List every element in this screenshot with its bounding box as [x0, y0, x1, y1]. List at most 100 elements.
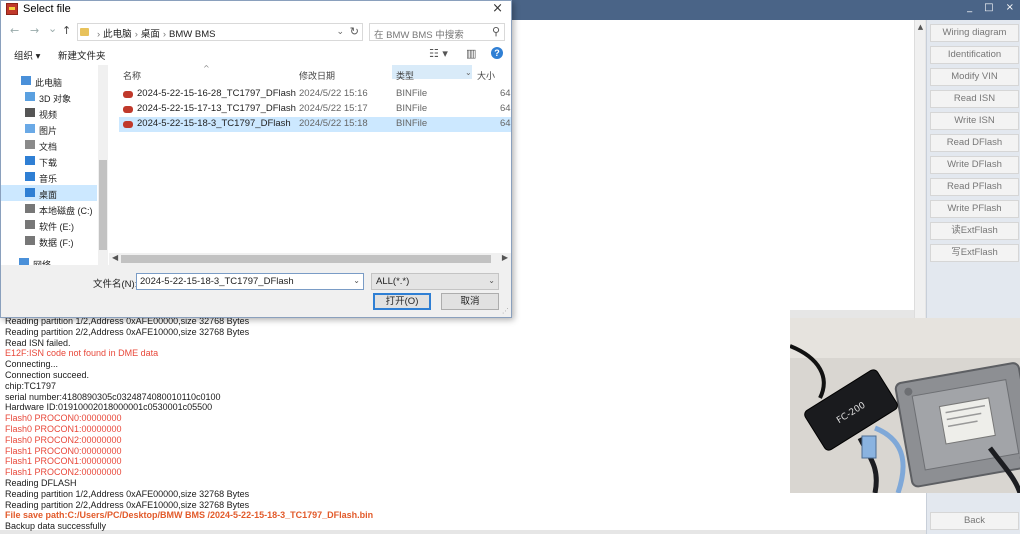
- log-line: chip:TC1797: [5, 380, 57, 391]
- nav-item[interactable]: 此电脑: [1, 73, 97, 89]
- scroll-up-icon[interactable]: ▲: [915, 22, 926, 33]
- back-arrow-icon[interactable]: ←: [10, 24, 19, 37]
- resize-grip-icon[interactable]: ⋰: [502, 307, 509, 315]
- file-date: 2024/5/22 15:17: [299, 103, 368, 114]
- new-folder-button[interactable]: 新建文件夹: [58, 48, 106, 62]
- view-options-icon[interactable]: ☷ ▾: [429, 47, 448, 60]
- select-file-dialog: Select file × ← → ⌄ ↑ › 此电脑 › 桌面 › BMW BMS ⌄ …: [0, 0, 512, 318]
- close-icon[interactable]: ×: [492, 1, 503, 16]
- nav-item-label: 音乐: [39, 174, 58, 184]
- forward-arrow-icon[interactable]: →: [30, 24, 39, 37]
- identification-button[interactable]: Identification: [930, 46, 1019, 64]
- nav-item[interactable]: 文档: [1, 137, 97, 153]
- picture-icon: [25, 124, 35, 133]
- column-name[interactable]: 名称: [123, 69, 141, 82]
- write-pflash-button[interactable]: Write PFlash: [930, 200, 1019, 218]
- nav-item[interactable]: 桌面: [1, 185, 97, 201]
- h-scroll-thumb[interactable]: [121, 255, 491, 263]
- blank-area: [790, 493, 926, 530]
- log-line: Connection succeed.: [5, 369, 90, 380]
- folder-icon: [80, 28, 89, 36]
- filetype-value: ALL(*.*): [376, 276, 410, 287]
- wiring-diagram-button[interactable]: Wiring diagram: [930, 24, 1019, 42]
- write-extflash-button[interactable]: 写ExtFlash: [930, 244, 1019, 262]
- chevron-down-icon[interactable]: ⌄: [488, 276, 495, 285]
- refresh-icon[interactable]: ↻: [350, 25, 359, 38]
- log-output: Reading partition 1/2,Address 0xAFE00000…: [0, 310, 790, 531]
- column-type[interactable]: 类型: [392, 65, 472, 81]
- column-date-modified[interactable]: 修改日期: [299, 69, 335, 82]
- cancel-button[interactable]: 取消: [441, 293, 499, 310]
- video-icon: [25, 108, 35, 117]
- file-list: 名称 ^ 修改日期 类型 ⌄ 大小 2024-5-22-15-16-28_TC1…: [109, 64, 511, 265]
- chevron-down-icon[interactable]: ⌄: [336, 26, 344, 37]
- nav-item-label: 桌面: [39, 190, 58, 200]
- nav-item-label: 数据 (F:): [39, 238, 74, 248]
- file-row[interactable]: 2024-5-22-15-18-3_TC1797_DFlash 2024/5/22…: [119, 117, 511, 132]
- file-row[interactable]: 2024-5-22-15-16-28_TC1797_DFlash 2024/5/2…: [119, 87, 511, 102]
- search-input[interactable]: 在 BMW BMS 中搜索 ⚲: [369, 23, 505, 41]
- filename-input[interactable]: 2024-5-22-15-18-3_TC1797_DFlash ⌄: [136, 273, 364, 290]
- bin-file-icon: [123, 106, 133, 113]
- read-dflash-button[interactable]: Read DFlash: [930, 134, 1019, 152]
- up-arrow-icon[interactable]: ↑: [62, 24, 71, 37]
- write-dflash-button[interactable]: Write DFlash: [930, 156, 1019, 174]
- nav-item-label: 文档: [39, 142, 58, 152]
- bin-file-icon: [123, 121, 133, 128]
- open-button[interactable]: 打开(O): [373, 293, 431, 310]
- minimize-button[interactable]: _: [967, 2, 972, 13]
- recent-locations-icon[interactable]: ⌄: [48, 22, 57, 35]
- read-pflash-button[interactable]: Read PFlash: [930, 178, 1019, 196]
- organize-menu[interactable]: 组织 ▾: [14, 48, 40, 62]
- file-row[interactable]: 2024-5-22-15-17-13_TC1797_DFlash 2024/5/2…: [119, 102, 511, 117]
- nav-scroll-thumb[interactable]: [99, 160, 107, 250]
- address-bar[interactable]: › 此电脑 › 桌面 › BMW BMS ⌄ ↻: [77, 23, 363, 41]
- nav-item-label: 下载: [39, 158, 58, 168]
- filetype-select[interactable]: ALL(*.*) ⌄: [371, 273, 499, 290]
- breadcrumb-this-pc[interactable]: 此电脑: [103, 29, 132, 40]
- scroll-left-icon[interactable]: ◀: [112, 253, 118, 262]
- column-size[interactable]: 大小: [477, 69, 495, 82]
- chevron-down-icon[interactable]: ⌄: [353, 276, 360, 285]
- file-type: BINFile: [396, 103, 428, 114]
- scroll-right-icon[interactable]: ▶: [502, 253, 508, 262]
- nav-item-label: 图片: [39, 126, 58, 136]
- drive-icon: [25, 236, 35, 245]
- breadcrumb-desktop[interactable]: 桌面: [141, 29, 160, 40]
- help-icon[interactable]: ?: [491, 47, 503, 59]
- column-type-dropdown-icon[interactable]: ⌄: [465, 68, 472, 77]
- nav-item[interactable]: 视频: [1, 105, 97, 121]
- file-name: 2024-5-22-15-16-28_TC1797_DFlash: [137, 88, 296, 99]
- read-extflash-button[interactable]: 读ExtFlash: [930, 222, 1019, 240]
- nav-item[interactable]: 数据 (F:): [1, 233, 97, 249]
- log-line: Reading partition 2/2,Address 0xAFE10000…: [5, 499, 250, 510]
- nav-item[interactable]: 音乐: [1, 169, 97, 185]
- close-button[interactable]: ×: [1006, 2, 1014, 13]
- modify-vin-button[interactable]: Modify VIN: [930, 68, 1019, 86]
- maximize-button[interactable]: □: [984, 2, 993, 13]
- back-button[interactable]: Back: [930, 512, 1019, 530]
- nav-scrollbar[interactable]: [98, 65, 108, 265]
- filename-value: 2024-5-22-15-18-3_TC1797_DFlash: [140, 276, 294, 287]
- log-line: Connecting...: [5, 359, 59, 370]
- nav-item[interactable]: 软件 (E:): [1, 217, 97, 233]
- breadcrumb-bmw-bms[interactable]: BMW BMS: [169, 29, 215, 40]
- read-isn-button[interactable]: Read ISN: [930, 90, 1019, 108]
- write-isn-button[interactable]: Write ISN: [930, 112, 1019, 130]
- nav-item[interactable]: 图片: [1, 121, 97, 137]
- nav-item[interactable]: 3D 对象: [1, 89, 97, 105]
- music-icon: [25, 172, 35, 181]
- dialog-toolbar: 组织 ▾ 新建文件夹 ☷ ▾ ▥ ?: [1, 45, 511, 63]
- log-line: Flash1 PROCON2:00000000: [5, 467, 122, 478]
- preview-pane-icon[interactable]: ▥: [466, 47, 476, 60]
- file-type: BINFile: [396, 118, 428, 129]
- search-icon[interactable]: ⚲: [492, 25, 500, 38]
- horizontal-scrollbar[interactable]: ◀ ▶: [109, 253, 511, 265]
- log-line: Read ISN failed.: [5, 337, 71, 348]
- log-line: Reading partition 1/2,Address 0xAFE00000…: [5, 488, 250, 499]
- file-size: 64: [500, 103, 511, 114]
- nav-item[interactable]: 本地磁盘 (C:): [1, 201, 97, 217]
- nav-item[interactable]: 下载: [1, 153, 97, 169]
- navigation-pane: 此电脑 3D 对象 视频图片文档下载音乐桌面 本地磁盘 (C:) 软件 (E:) 数据 (…: [1, 65, 109, 270]
- file-name: 2024-5-22-15-18-3_TC1797_DFlash: [137, 118, 291, 129]
